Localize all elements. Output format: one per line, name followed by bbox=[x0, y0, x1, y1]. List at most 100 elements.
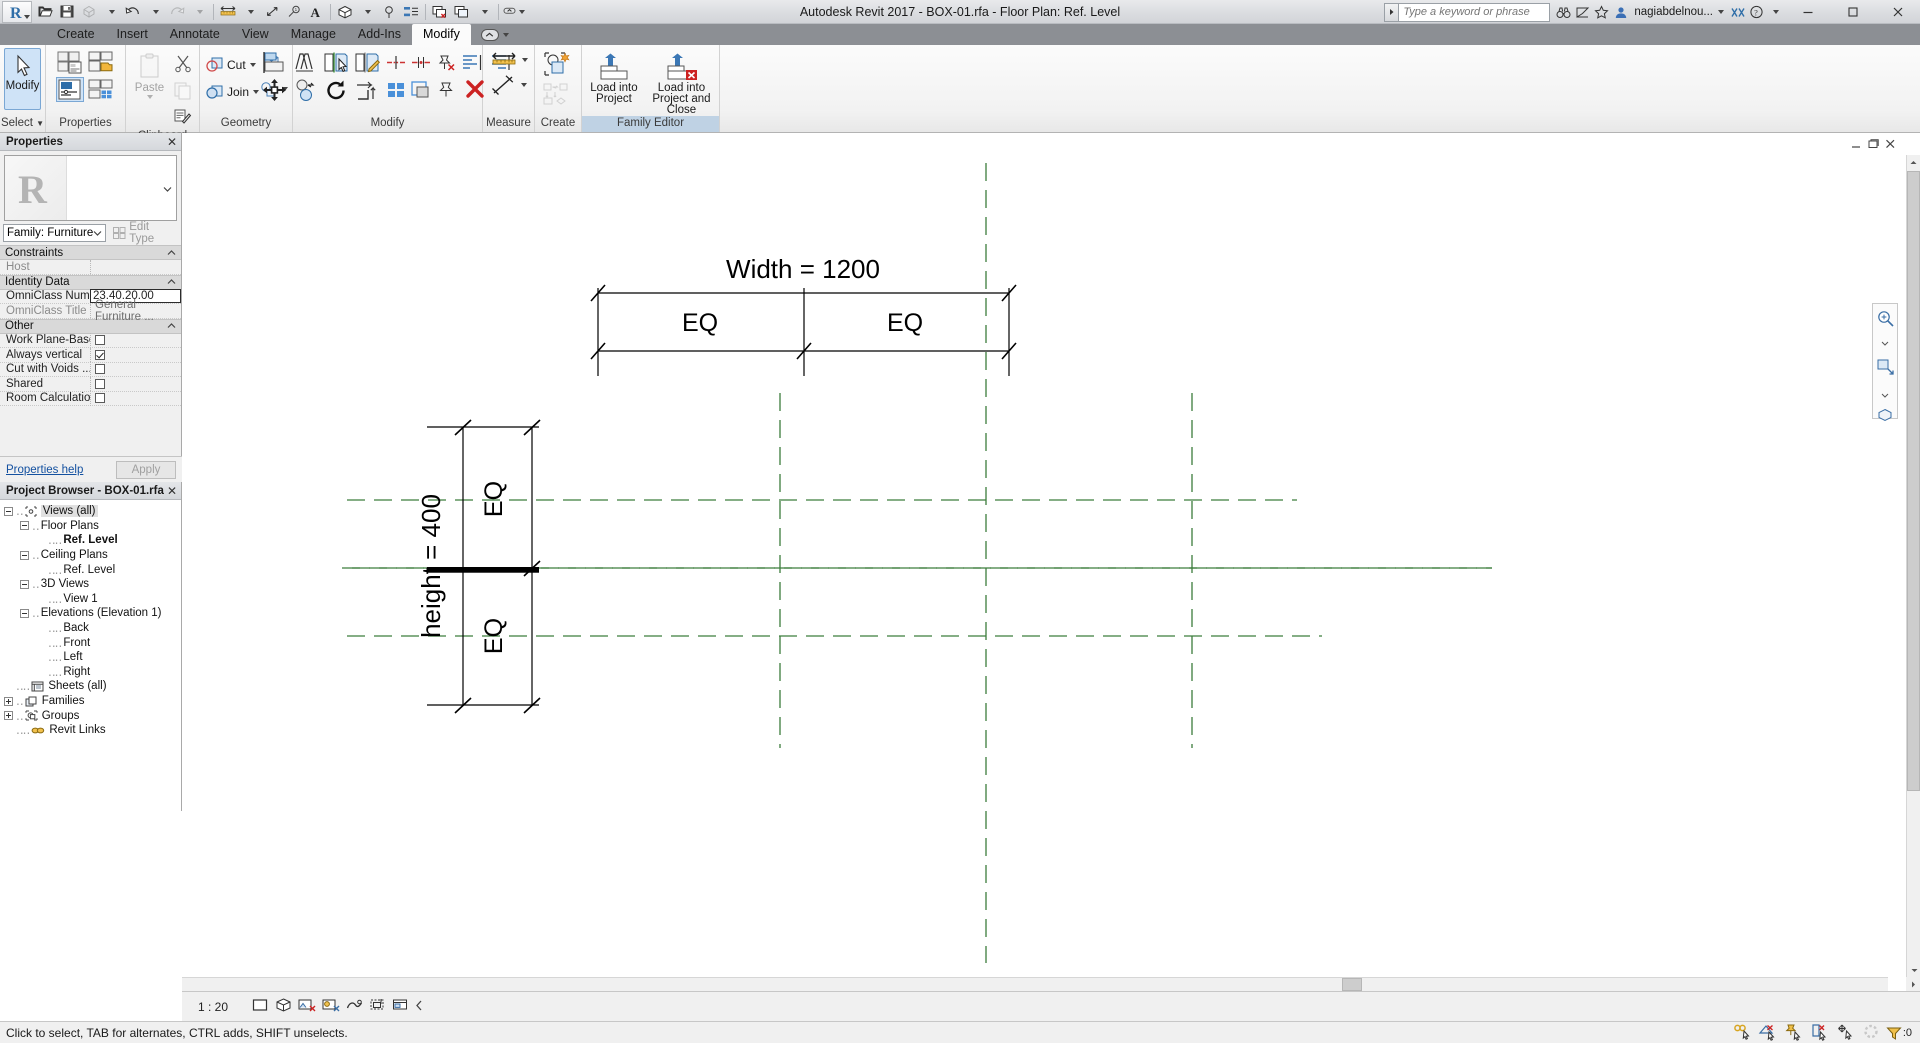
measure-icon[interactable] bbox=[217, 2, 239, 22]
tree-node-families[interactable]: ‥ Families bbox=[4, 694, 181, 709]
align-left-icon[interactable] bbox=[462, 50, 484, 74]
type-selector-value[interactable] bbox=[67, 156, 176, 220]
properties-palette-icon[interactable] bbox=[56, 77, 84, 102]
horizontal-scroll-thumb[interactable] bbox=[1342, 978, 1362, 991]
tree-node-floor-plans[interactable]: ‥ Floor Plans bbox=[4, 519, 181, 534]
measure-between-references-button[interactable] bbox=[490, 51, 528, 69]
zoom-region-icon[interactable] bbox=[1876, 309, 1895, 330]
section-icon[interactable] bbox=[378, 2, 400, 22]
subscription-icon[interactable] bbox=[1573, 2, 1592, 22]
open-icon[interactable] bbox=[34, 2, 56, 22]
load-into-project-button[interactable]: Load into Project bbox=[586, 49, 642, 105]
split-element-icon[interactable] bbox=[385, 50, 407, 74]
tree-node-sheets-all[interactable]: ‥‥ Sheets (all) bbox=[4, 679, 181, 694]
search-binoculars-icon[interactable] bbox=[1554, 2, 1573, 22]
tree-node-left[interactable]: ‥‥ Left bbox=[4, 650, 181, 665]
family-category-icon[interactable] bbox=[87, 50, 115, 75]
apply-button[interactable]: Apply bbox=[116, 460, 176, 479]
type-properties-icon[interactable] bbox=[56, 50, 84, 75]
property-row-host[interactable]: Host bbox=[0, 259, 181, 275]
tree-node-ref-level[interactable]: ‥‥ Ref. Level bbox=[4, 562, 181, 577]
tree-node-revit-links[interactable]: ‥‥ Revit Links bbox=[4, 723, 181, 738]
properties-close-icon[interactable]: ✕ bbox=[167, 135, 177, 149]
property-value[interactable] bbox=[90, 347, 181, 362]
shared-checkbox[interactable] bbox=[95, 378, 105, 389]
3d-view-dropdown-icon[interactable] bbox=[356, 2, 378, 22]
collapse-node-icon[interactable] bbox=[20, 550, 29, 560]
collapse-node-icon[interactable] bbox=[20, 579, 29, 589]
property-value[interactable] bbox=[90, 259, 181, 274]
edit-type-button[interactable]: Edit Type bbox=[109, 221, 178, 245]
window-close-button[interactable] bbox=[1875, 0, 1920, 24]
aligned-dimension-icon[interactable] bbox=[261, 2, 283, 22]
paste-button[interactable]: Paste bbox=[132, 49, 168, 99]
redo-icon[interactable] bbox=[166, 2, 188, 22]
floor-plan-drawing[interactable]: Width = 1200 EQ EQ height = 400 EQ EQ bbox=[182, 133, 1920, 991]
customize-qat-icon[interactable] bbox=[502, 2, 525, 22]
view-minimize-icon[interactable] bbox=[1851, 138, 1862, 152]
tree-node-right[interactable]: ‥‥ Right bbox=[4, 665, 181, 680]
thin-lines-icon[interactable] bbox=[400, 2, 422, 22]
exclude-options-icon[interactable] bbox=[1758, 1024, 1778, 1042]
property-row-omniclass-title[interactable]: OmniClass Title General Furniture ... bbox=[0, 299, 181, 323]
switch-windows-dropdown-icon[interactable] bbox=[473, 2, 495, 22]
aligned-dimension-button[interactable] bbox=[491, 75, 527, 95]
autodesk-exchange-icon[interactable] bbox=[1728, 2, 1747, 22]
view-cube-icon[interactable] bbox=[1877, 408, 1893, 425]
ribbon-minimize-control[interactable] bbox=[480, 24, 509, 45]
scroll-up-arrow-icon[interactable] bbox=[1907, 155, 1920, 169]
collapse-node-icon[interactable] bbox=[20, 521, 29, 531]
tree-node-ref-level[interactable]: ‥‥ Ref. Level bbox=[4, 533, 181, 548]
drawing-canvas[interactable]: Width = 1200 EQ EQ height = 400 EQ EQ bbox=[182, 133, 1920, 991]
switch-windows-icon[interactable] bbox=[451, 2, 473, 22]
chevron-down-icon[interactable] bbox=[163, 181, 172, 195]
drag-elements-icon[interactable] bbox=[1837, 1024, 1856, 1042]
navigation-bar[interactable] bbox=[1872, 303, 1898, 422]
tab-manage[interactable]: Manage bbox=[280, 24, 347, 45]
tree-node-elevations-elevation-1[interactable]: ‥ Elevations (Elevation 1) bbox=[4, 606, 181, 621]
filter-icon[interactable]: :0 bbox=[1886, 1026, 1912, 1041]
view-control-icons[interactable] bbox=[252, 998, 424, 1015]
zoom-dropdown-icon[interactable] bbox=[1881, 335, 1889, 349]
expand-node-icon[interactable] bbox=[4, 711, 13, 721]
project-browser-close-icon[interactable]: ✕ bbox=[167, 484, 177, 498]
modify-button[interactable]: Modify bbox=[4, 48, 41, 110]
help-search[interactable] bbox=[1384, 2, 1551, 22]
panel-select-title[interactable]: Select ▼ bbox=[0, 116, 45, 132]
type-selector[interactable]: R bbox=[4, 155, 177, 221]
ribbon-collapse-icon[interactable] bbox=[480, 28, 499, 41]
view-close-icon[interactable] bbox=[1885, 138, 1896, 152]
tab-create[interactable]: Create bbox=[46, 24, 106, 45]
close-hidden-windows-icon[interactable] bbox=[429, 2, 451, 22]
array-icon[interactable] bbox=[385, 77, 407, 101]
mirror-draw-axis-icon[interactable] bbox=[354, 50, 382, 75]
load-into-project-and-close-button[interactable]: Load into Project and Close bbox=[648, 49, 715, 116]
collapse-node-icon[interactable] bbox=[4, 506, 13, 516]
family-selector[interactable]: Family: Furniture bbox=[3, 224, 107, 242]
property-row-cut-with-voids[interactable]: Cut with Voids ... bbox=[0, 362, 181, 377]
room-calculation-checkbox[interactable] bbox=[95, 393, 105, 404]
undo-dropdown-icon[interactable] bbox=[144, 2, 166, 22]
property-group-identity-data[interactable]: Identity Data bbox=[0, 274, 181, 290]
worksets-icon[interactable] bbox=[1863, 1024, 1879, 1042]
undo-icon[interactable] bbox=[122, 2, 144, 22]
select-pinned-icon[interactable] bbox=[1785, 1024, 1804, 1042]
measure-dropdown-icon[interactable] bbox=[239, 2, 261, 22]
property-group-constraints[interactable]: Constraints bbox=[0, 245, 181, 260]
tree-node-views-all[interactable]: ‥ Views (all) bbox=[4, 504, 181, 519]
tab-annotate[interactable]: Annotate bbox=[159, 24, 231, 45]
scale-icon[interactable] bbox=[410, 77, 432, 101]
shadows-icon[interactable] bbox=[322, 998, 340, 1015]
tree-node-groups[interactable]: ‥ Groups bbox=[4, 708, 181, 723]
select-links-icon[interactable] bbox=[1811, 1024, 1830, 1042]
save-as-icon[interactable] bbox=[78, 2, 100, 22]
property-row-shared[interactable]: Shared bbox=[0, 376, 181, 392]
quick-access-toolbar[interactable]: 1 A bbox=[0, 0, 525, 24]
status-bar-right[interactable]: :0 bbox=[1733, 1022, 1912, 1043]
tree-node-ceiling-plans[interactable]: ‥ Ceiling Plans bbox=[4, 548, 181, 563]
properties-help-link[interactable]: Properties help bbox=[6, 464, 83, 476]
match-type-properties-icon[interactable] bbox=[172, 105, 194, 129]
more-chevron-icon[interactable] bbox=[415, 1000, 424, 1014]
cut-button[interactable]: Cut bbox=[204, 53, 258, 77]
tree-node-back[interactable]: ‥‥ Back bbox=[4, 621, 181, 636]
